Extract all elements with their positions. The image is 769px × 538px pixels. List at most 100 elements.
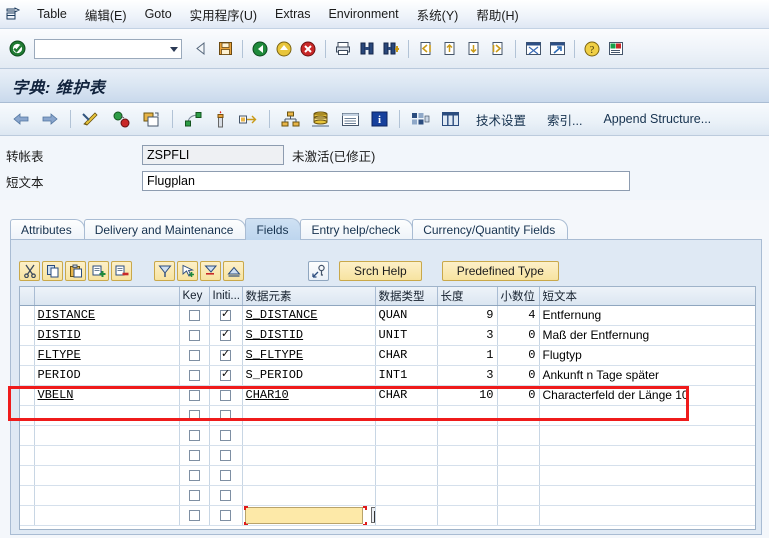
save-disk-icon[interactable] xyxy=(214,38,236,60)
row-selector[interactable] xyxy=(20,345,35,366)
where-used-list-icon[interactable] xyxy=(234,108,262,131)
cell-length[interactable] xyxy=(437,405,498,426)
expand-icon[interactable] xyxy=(223,260,244,281)
cell-data-type[interactable]: CHAR xyxy=(375,385,438,406)
cell-short-text[interactable]: Entfernung xyxy=(539,305,755,326)
predefined-type-button[interactable]: Predefined Type xyxy=(441,260,559,281)
cell-length[interactable] xyxy=(437,425,498,446)
initial-checkbox[interactable] xyxy=(220,410,231,422)
cell-field[interactable]: DISTID xyxy=(34,325,180,346)
initial-checkbox[interactable] xyxy=(220,450,231,462)
create-shortcut-icon[interactable] xyxy=(546,38,568,60)
cell-key[interactable] xyxy=(179,445,210,466)
cell-length[interactable] xyxy=(437,445,498,466)
cell-data-type[interactable]: INT1 xyxy=(375,365,438,386)
table-row[interactable]: DISTID S_DISTID UNIT 3 0 Maß der Entfern… xyxy=(20,325,755,346)
menu-help[interactable]: 帮助(H) xyxy=(467,2,527,27)
cell-short-text[interactable] xyxy=(539,425,755,446)
cell-initial[interactable] xyxy=(209,485,243,506)
row-selector[interactable] xyxy=(20,405,35,426)
data-element-link[interactable]: S_FLTYPE xyxy=(246,348,304,362)
row-selector[interactable] xyxy=(20,325,35,346)
indexes-button[interactable]: 索引... xyxy=(538,108,591,130)
cell-field[interactable]: VBELN xyxy=(34,385,180,406)
activate-torch-icon[interactable] xyxy=(210,108,231,131)
key-checkbox[interactable] xyxy=(188,430,200,442)
cell-length[interactable] xyxy=(437,465,498,486)
cell-initial[interactable] xyxy=(209,505,243,526)
initial-checkbox[interactable] xyxy=(220,430,231,442)
cancel-red-icon[interactable] xyxy=(297,38,319,60)
cell-decimals[interactable] xyxy=(497,485,540,506)
sap-table-icon[interactable] xyxy=(2,4,24,24)
key-checkbox[interactable] xyxy=(188,330,200,342)
data-element-link[interactable]: S_DISTID xyxy=(246,328,304,342)
cell-initial[interactable] xyxy=(209,325,243,346)
key-checkbox[interactable] xyxy=(188,350,200,362)
data-element-link[interactable]: S_DISTANCE xyxy=(246,308,318,322)
field-name-link[interactable]: VBELN xyxy=(38,388,74,402)
field-list-grid[interactable]: Key Initi... 数据元素 数据类型 长度 小数位 短文本 DISTAN… xyxy=(19,286,756,530)
command-field[interactable] xyxy=(34,38,182,59)
cell-length[interactable]: 3 xyxy=(437,365,498,386)
menu-goto[interactable]: Goto xyxy=(136,4,181,24)
table-row[interactable] xyxy=(20,465,755,486)
command-input[interactable] xyxy=(35,40,159,57)
cell-field[interactable] xyxy=(34,485,180,506)
tab-delivery-maintenance[interactable]: Delivery and Maintenance xyxy=(83,219,247,240)
cell-length[interactable]: 9 xyxy=(437,305,498,326)
cell-field[interactable]: DISTANCE xyxy=(34,305,180,326)
cell-length[interactable] xyxy=(437,505,498,526)
cell-data-element[interactable]: S_DISTANCE xyxy=(242,305,376,326)
table-row[interactable]: DISTANCE S_DISTANCE QUAN 9 4 Entfernung xyxy=(20,305,755,326)
tab-currency-quantity-fields[interactable]: Currency/Quantity Fields xyxy=(412,219,569,240)
row-selector[interactable] xyxy=(20,465,35,486)
field-name-link[interactable]: PERIOD xyxy=(38,368,81,382)
technical-settings-button[interactable]: 技术设置 xyxy=(467,108,535,130)
tab-fields[interactable]: Fields xyxy=(245,218,302,240)
paste-icon[interactable] xyxy=(65,260,86,281)
cell-length[interactable]: 1 xyxy=(437,345,498,366)
table-layout-icon[interactable] xyxy=(407,108,434,131)
table-row[interactable]: FLTYPE S_FLTYPE CHAR 1 0 Flugtyp xyxy=(20,345,755,366)
cell-decimals[interactable]: 0 xyxy=(497,345,540,366)
cell-data-type[interactable]: QUAN xyxy=(375,305,438,326)
col-data-type[interactable]: 数据类型 xyxy=(375,287,438,306)
table-row-active[interactable] xyxy=(20,505,755,526)
data-element-drilldown-icon[interactable] xyxy=(308,260,329,281)
menu-table[interactable]: Table xyxy=(28,4,76,24)
delete-line-icon[interactable] xyxy=(200,260,221,281)
col-data-element[interactable]: 数据元素 xyxy=(242,287,376,306)
row-selector[interactable] xyxy=(20,445,35,466)
cell-data-element[interactable] xyxy=(242,465,376,486)
initial-checkbox[interactable] xyxy=(220,367,231,382)
cell-key[interactable] xyxy=(179,505,210,526)
cell-field[interactable] xyxy=(34,445,180,466)
menu-system[interactable]: 系统(Y) xyxy=(408,2,468,27)
col-length[interactable]: 长度 xyxy=(437,287,498,306)
table-name-field[interactable] xyxy=(142,145,284,165)
cell-data-type[interactable] xyxy=(375,465,438,486)
cell-short-text[interactable] xyxy=(539,465,755,486)
cell-data-type[interactable] xyxy=(375,485,438,506)
cell-key[interactable] xyxy=(179,485,210,506)
cell-key[interactable] xyxy=(179,425,210,446)
cell-key[interactable] xyxy=(179,345,210,366)
cell-short-text[interactable]: Characterfeld der Länge 10 xyxy=(539,385,755,406)
row-selector[interactable] xyxy=(20,485,35,506)
short-text-field[interactable] xyxy=(142,171,630,191)
cell-data-element[interactable]: S_FLTYPE xyxy=(242,345,376,366)
initial-checkbox[interactable] xyxy=(220,307,231,322)
insert-line-icon[interactable] xyxy=(177,260,198,281)
cell-decimals[interactable] xyxy=(497,425,540,446)
cell-key[interactable] xyxy=(179,305,210,326)
cell-initial[interactable] xyxy=(209,385,243,406)
cell-data-element[interactable]: S_PERIOD xyxy=(242,365,376,386)
customize-layout-icon[interactable] xyxy=(605,38,627,60)
initial-checkbox[interactable] xyxy=(220,390,231,402)
cell-short-text[interactable] xyxy=(539,505,755,526)
search-help-popup-icon[interactable] xyxy=(370,506,374,523)
cell-initial[interactable] xyxy=(209,305,243,326)
extended-check-icon[interactable] xyxy=(180,108,207,131)
cell-field[interactable] xyxy=(34,505,180,526)
